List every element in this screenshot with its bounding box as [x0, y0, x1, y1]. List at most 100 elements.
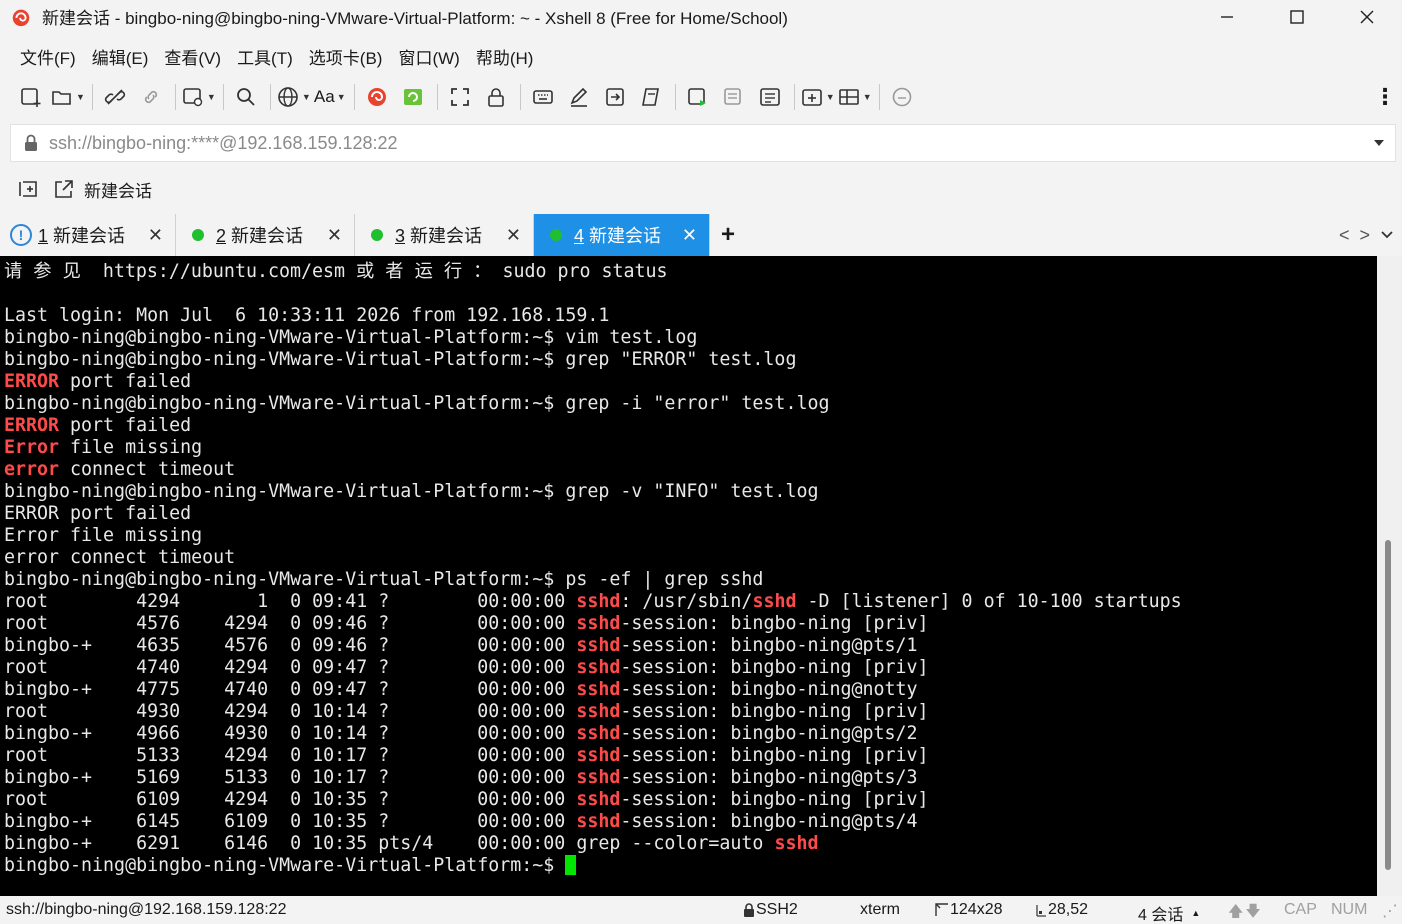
terminal-line: error connect timeout: [4, 547, 1377, 569]
chevron-up-icon[interactable]: ▲: [1191, 908, 1200, 918]
title-bar: 新建会话 - bingbo-ning@bingbo-ning-VMware-Vi…: [0, 0, 1402, 33]
highlighted-match: ERROR: [4, 415, 60, 436]
close-tab-icon[interactable]: ✕: [506, 225, 521, 246]
open-folder-button[interactable]: ▼: [50, 80, 85, 114]
tab-session-2[interactable]: 2 新建会话 ✕: [176, 214, 355, 256]
transfer-button[interactable]: [598, 80, 632, 114]
chevron-down-icon[interactable]: [1380, 230, 1394, 240]
new-session-button[interactable]: [14, 80, 48, 114]
tab-label: 4 新建会话: [574, 226, 662, 246]
tab-session-1[interactable]: ! 1 新建会话 ✕: [0, 214, 176, 256]
terminal-line: root 6109 4294 0 10:35 ? 00:00:00 sshd-s…: [4, 789, 1377, 811]
close-tab-icon[interactable]: ✕: [148, 225, 163, 246]
fullscreen-button[interactable]: [443, 80, 477, 114]
reconnect-button[interactable]: [134, 80, 168, 114]
tab-session-3[interactable]: 3 新建会话 ✕: [355, 214, 534, 256]
session-properties-button[interactable]: ▼: [181, 80, 216, 114]
terminal-text: -session: bingbo-ning [priv]: [620, 745, 929, 766]
window-title: 新建会话 - bingbo-ning@bingbo-ning-VMware-Vi…: [42, 9, 788, 28]
close-button[interactable]: [1332, 0, 1402, 33]
chevron-down-icon[interactable]: [1373, 138, 1385, 148]
highlighted-match: ERROR: [4, 371, 60, 392]
close-tab-icon[interactable]: ✕: [682, 225, 697, 246]
log-button[interactable]: [753, 80, 787, 114]
chevron-down-icon[interactable]: ▼: [337, 92, 346, 102]
search-icon: [236, 88, 255, 106]
menu-edit[interactable]: 编辑(E): [84, 44, 157, 69]
maximize-button[interactable]: [1262, 0, 1332, 33]
unlink-icon: [104, 89, 126, 105]
compose-pane-button[interactable]: [717, 80, 751, 114]
highlight-button[interactable]: [562, 80, 596, 114]
script-button[interactable]: [634, 80, 668, 114]
chevron-down-icon[interactable]: ▼: [863, 92, 872, 102]
font-label: Aa: [313, 87, 335, 106]
connected-status-icon: [550, 229, 562, 241]
tab-session-4[interactable]: 4 新建会话 ✕: [534, 214, 710, 256]
lock-icon: [744, 903, 754, 917]
status-sessions[interactable]: 4 会话 ▲: [1138, 901, 1200, 924]
chevron-down-icon[interactable]: ▼: [302, 92, 311, 102]
xftp-button[interactable]: [396, 80, 430, 114]
menu-help[interactable]: 帮助(H): [468, 44, 542, 69]
address-bar: [10, 124, 1396, 162]
terminal-text: root 4740 4294 0 09:47 ? 00:00:00: [4, 657, 577, 678]
script-icon: [641, 88, 659, 106]
layout-button[interactable]: ▼: [837, 80, 872, 114]
chevron-down-icon[interactable]: ▼: [207, 92, 216, 102]
resize-grip-icon[interactable]: ⋰: [1382, 901, 1398, 921]
lock-button[interactable]: [479, 80, 513, 114]
menu-tab[interactable]: 选项卡(B): [301, 44, 391, 69]
links-toggle-icon[interactable]: [16, 177, 40, 201]
highlighted-match: sshd: [576, 745, 621, 766]
menu-tools[interactable]: 工具(T): [229, 44, 301, 69]
compose-button[interactable]: [681, 80, 715, 114]
terminal-output[interactable]: 请 参 见 https://ubuntu.com/esm 或 者 运 行 ： s…: [0, 256, 1377, 896]
terminal-text: root 4576 4294 0 09:46 ? 00:00:00: [4, 613, 577, 634]
new-session-link[interactable]: 新建会话: [84, 177, 152, 202]
scrollbar-thumb[interactable]: [1385, 540, 1391, 870]
terminal-scrollbar[interactable]: [1377, 256, 1402, 896]
encoding-button[interactable]: ▼: [276, 80, 311, 114]
menu-window[interactable]: 窗口(W): [390, 44, 467, 69]
highlighted-match: sshd: [576, 591, 621, 612]
chevron-down-icon[interactable]: ▼: [76, 92, 85, 102]
menu-file[interactable]: 文件(F): [12, 44, 84, 69]
font-button[interactable]: Aa ▼: [313, 80, 347, 114]
toolbar-divider: [519, 84, 521, 110]
address-input[interactable]: [49, 132, 1349, 154]
minimize-button[interactable]: [1192, 0, 1262, 33]
chat-button[interactable]: [885, 80, 919, 114]
more-options-icon[interactable]: ⋮: [1374, 78, 1396, 116]
find-button[interactable]: [229, 80, 263, 114]
terminal-text: error connect timeout: [4, 547, 236, 568]
menu-view[interactable]: 查看(V): [156, 44, 229, 69]
chevron-down-icon[interactable]: ▼: [826, 92, 835, 102]
new-tab-group-button[interactable]: ▼: [800, 80, 835, 114]
status-cursor-pos: 28,52: [1034, 901, 1088, 919]
tab-label: 1 新建会话: [38, 226, 126, 246]
add-tab-button[interactable]: +: [710, 214, 746, 256]
terminal-text: bingbo-ning@bingbo-ning-VMware-Virtual-P…: [4, 327, 698, 348]
close-tab-icon[interactable]: ✕: [327, 225, 342, 246]
terminal-line: 请 参 见 https://ubuntu.com/esm 或 者 运 行 ： s…: [4, 261, 1377, 283]
terminal-cursor: [565, 855, 577, 875]
terminal-text: bingbo-ning@bingbo-ning-VMware-Virtual-P…: [4, 393, 830, 414]
terminal-line: root 5133 4294 0 10:17 ? 00:00:00 sshd-s…: [4, 745, 1377, 767]
tab-label: 3 新建会话: [395, 226, 483, 246]
status-term: xterm: [860, 901, 900, 918]
terminal-text: -session: bingbo-ning [priv]: [620, 657, 929, 678]
terminal-line: Last login: Mon Jul 6 10:33:11 2026 from…: [4, 305, 1377, 327]
terminal-text: root 4930 4294 0 10:14 ? 00:00:00: [4, 701, 577, 722]
menu-bar: 文件(F) 编辑(E) 查看(V) 工具(T) 选项卡(B) 窗口(W) 帮助(…: [0, 40, 541, 72]
disconnect-button[interactable]: [98, 80, 132, 114]
chevron-right-icon[interactable]: >: [1359, 225, 1370, 246]
connected-status-icon: [371, 229, 383, 241]
terminal-text: root 4294 1 0 09:41 ? 00:00:00: [4, 591, 577, 612]
link-icon: [144, 90, 158, 104]
chevron-left-icon[interactable]: <: [1339, 225, 1350, 246]
xshell-button[interactable]: [360, 80, 394, 114]
folder-icon: [52, 91, 71, 105]
toolbar-divider: [436, 84, 438, 110]
keyboard-button[interactable]: [526, 80, 560, 114]
